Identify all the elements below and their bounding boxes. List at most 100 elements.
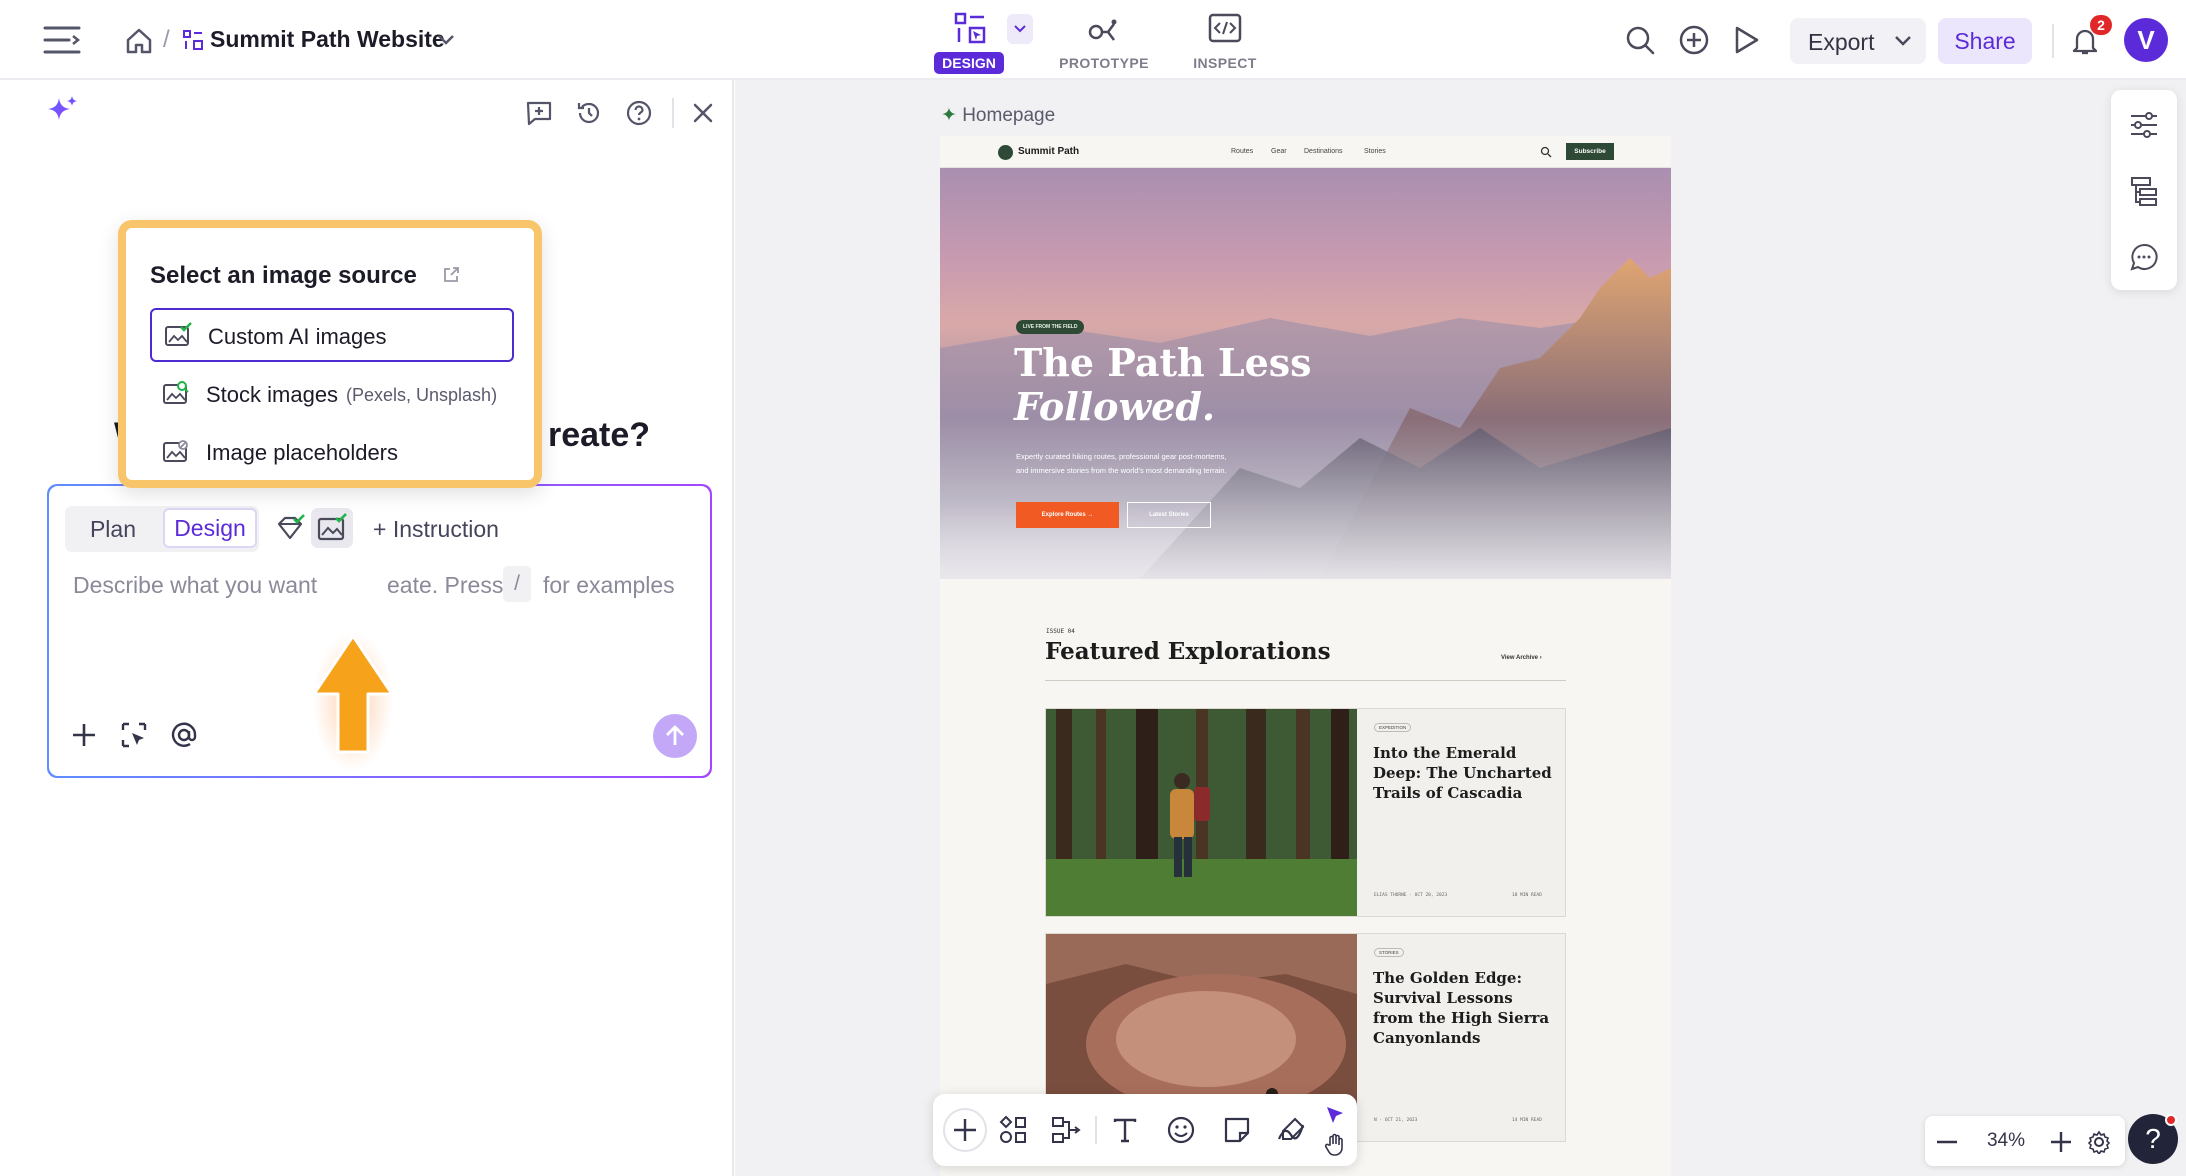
hero-explore-button[interactable]: Explore Routes → xyxy=(1016,502,1119,528)
card-title-line4: Canyonlands xyxy=(1373,1029,1481,1047)
prompt-heading-end: reate? xyxy=(548,416,651,454)
view-archive-link[interactable]: View Archive › xyxy=(1501,655,1542,661)
design-system-check-icon[interactable] xyxy=(273,512,307,546)
option-custom-ai-images[interactable]: Custom AI images xyxy=(150,308,514,362)
hero-section: LIVE FROM THE FIELD The Path Less Follow… xyxy=(940,168,1671,579)
share-button[interactable]: Share xyxy=(1938,18,2032,64)
hero-text-line1: Expertly curated hiking routes, professi… xyxy=(1016,452,1227,461)
add-circle-icon[interactable] xyxy=(1676,22,1712,58)
option-image-placeholders[interactable]: Image placeholders xyxy=(150,426,514,480)
external-link-icon[interactable] xyxy=(440,264,462,286)
text-tool-icon[interactable] xyxy=(1107,1112,1143,1148)
site-nav-routes[interactable]: Routes xyxy=(1231,148,1253,155)
design-mode-label: DESIGN xyxy=(934,52,1004,74)
new-chat-icon[interactable] xyxy=(522,96,556,130)
stock-image-search-icon xyxy=(162,380,190,406)
option-note: (Pexels, Unsplash) xyxy=(346,385,498,405)
hand-pan-icon[interactable] xyxy=(1321,1132,1349,1158)
comments-icon[interactable] xyxy=(2127,240,2161,274)
notification-count-badge: 2 xyxy=(2090,15,2112,35)
card-meta-author: ELIAS THORNE · OCT 28, 2023 xyxy=(1374,893,1448,898)
emoji-sticker-icon[interactable] xyxy=(1163,1112,1199,1148)
help-icon[interactable] xyxy=(622,96,656,130)
sticky-note-icon[interactable] xyxy=(1219,1112,1255,1148)
zoom-settings-gear-icon[interactable] xyxy=(2085,1128,2113,1156)
image-placeholder-icon xyxy=(162,438,190,464)
main-menu-icon[interactable] xyxy=(42,22,82,58)
section-divider xyxy=(1045,680,1566,681)
view-archive-label: View Archive xyxy=(1501,655,1539,661)
design-mode-tab[interactable]: DESIGN xyxy=(934,8,1004,74)
site-nav-destinations[interactable]: Destinations xyxy=(1304,148,1343,155)
pointer-select-icon[interactable] xyxy=(1321,1102,1349,1128)
prompt-placeholder-part1[interactable]: Describe what you want xyxy=(73,572,317,599)
arrow-right-icon: → xyxy=(1087,512,1094,518)
zoom-level[interactable]: 34% xyxy=(1975,1130,2037,1152)
close-panel-icon[interactable] xyxy=(686,96,720,130)
home-icon[interactable] xyxy=(124,26,154,56)
issue-label: ISSUE 04 xyxy=(1046,628,1075,635)
hero-latest-stories-button[interactable]: Latest Stories xyxy=(1127,502,1211,528)
site-subscribe-button[interactable]: Subscribe xyxy=(1566,143,1614,160)
homepage-frame[interactable]: Summit Path Routes Gear Destinations Sto… xyxy=(940,136,1671,1176)
project-name[interactable]: Summit Path Website xyxy=(210,26,445,53)
attach-plus-icon[interactable] xyxy=(67,718,101,752)
design-mode-dropdown-icon[interactable] xyxy=(1007,14,1033,44)
export-button[interactable]: Export xyxy=(1790,18,1926,64)
header-divider xyxy=(672,98,674,128)
prototype-mode-tab[interactable]: PROTOTYPE xyxy=(1054,8,1154,74)
select-element-icon[interactable] xyxy=(117,718,151,752)
search-icon[interactable] xyxy=(1622,22,1658,58)
option-stock-images[interactable]: Stock images (Pexels, Unsplash) xyxy=(150,368,514,422)
design-mode-icon xyxy=(952,10,988,46)
prompt-placeholder-part3[interactable]: for examples xyxy=(543,572,675,599)
card-title-line2: Survival Lessons xyxy=(1373,989,1513,1007)
design-canvas[interactable]: ✦ Homepage Summit Path Routes Gear Desti… xyxy=(735,80,2186,1176)
featured-section-title: Featured Explorations xyxy=(1045,638,1331,665)
site-nav-gear[interactable]: Gear xyxy=(1271,148,1287,155)
pen-draw-icon[interactable] xyxy=(1273,1112,1309,1148)
image-source-button-icon[interactable] xyxy=(311,508,353,548)
forest-hiker-image xyxy=(1046,709,1357,916)
site-navbar: Summit Path Routes Gear Destinations Sto… xyxy=(940,136,1671,168)
help-question-icon: ? xyxy=(2145,1123,2161,1154)
article-card[interactable]: EXPEDITION Into the Emerald Deep: The Un… xyxy=(1045,708,1566,917)
ai-assistant-panel: W reate? Plan Design + Instruction Descr… xyxy=(26,80,734,1176)
plan-tab[interactable]: Plan xyxy=(75,516,151,546)
inspect-mode-label: INSPECT xyxy=(1193,55,1257,71)
bottom-tool-dock xyxy=(933,1094,1357,1166)
site-search-icon[interactable] xyxy=(1540,146,1552,158)
zoom-out-icon[interactable] xyxy=(1933,1128,1961,1156)
add-tool-icon[interactable] xyxy=(943,1108,987,1152)
card-meta-read-time: 18 MIN READ xyxy=(1512,893,1542,898)
frame-label-text: Homepage xyxy=(962,105,1056,126)
user-avatar[interactable]: V xyxy=(2124,18,2168,62)
flow-connector-icon[interactable] xyxy=(1049,1112,1085,1148)
site-nav-stories[interactable]: Stories xyxy=(1364,148,1386,155)
prompt-placeholder-part2[interactable]: eate. Press xyxy=(387,572,503,599)
option-label: Image placeholders xyxy=(206,440,399,465)
layers-tree-icon[interactable] xyxy=(2127,174,2161,208)
zoom-control: 34% xyxy=(1925,1116,2125,1166)
mention-at-icon[interactable] xyxy=(167,718,201,752)
image-source-popup: Select an image source Custom AI images … xyxy=(118,220,542,488)
hero-text-line2: and immersive stories from the world's m… xyxy=(1016,466,1227,475)
frame-label[interactable]: ✦ Homepage xyxy=(941,104,1055,127)
top-toolbar: / Summit Path Website DESIGN PROTOTYPE I… xyxy=(0,0,2186,80)
adjustments-sliders-icon[interactable] xyxy=(2127,108,2161,142)
breadcrumb-separator: / xyxy=(163,26,170,53)
card-tag: EXPEDITION xyxy=(1374,723,1412,732)
option-label: Stock images xyxy=(206,382,339,407)
card-title-line3: Trails of Cascadia xyxy=(1373,784,1523,802)
design-tab[interactable]: Design xyxy=(163,508,257,548)
components-icon[interactable] xyxy=(995,1112,1031,1148)
add-instruction-button[interactable]: + Instruction xyxy=(373,516,499,543)
card-meta-author: N · OCT 21, 2023 xyxy=(1374,1118,1418,1123)
send-arrow-icon[interactable] xyxy=(653,714,697,758)
project-dropdown-chevron-icon[interactable] xyxy=(434,28,458,52)
play-preview-icon[interactable] xyxy=(1728,22,1764,58)
inspect-mode-tab[interactable]: INSPECT xyxy=(1180,8,1270,74)
history-icon[interactable] xyxy=(572,96,606,130)
zoom-in-icon[interactable] xyxy=(2047,1128,2075,1156)
slash-key-hint: / xyxy=(503,566,531,602)
